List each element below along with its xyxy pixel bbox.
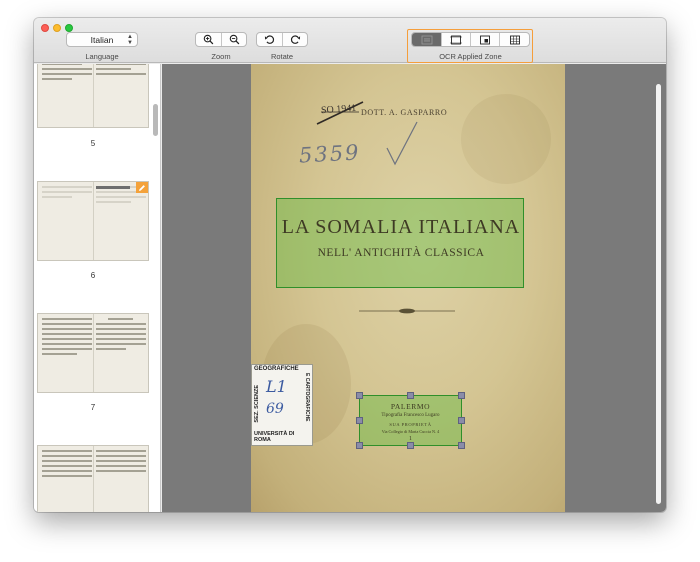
resize-handle[interactable] <box>407 442 414 449</box>
rotate-caption: Rotate <box>270 52 294 61</box>
zoom-segmented-control <box>195 32 247 47</box>
thumbnail-right-page <box>96 64 146 125</box>
thumbnail-page-number: 5 <box>90 139 96 148</box>
select-arrows-icon: ▲ ▼ <box>127 34 133 46</box>
picture-zone-icon <box>480 35 490 44</box>
library-label-handwriting-top: L1 <box>266 377 287 396</box>
library-label-right: E CARTOGRAFICHE <box>304 373 310 422</box>
page-thumbnail[interactable] <box>37 64 149 128</box>
strikethrough-mark <box>316 101 364 125</box>
edited-badge <box>136 182 148 193</box>
thumbnail-page-number: 7 <box>90 403 96 412</box>
language-select[interactable]: Italian ▲ ▼ <box>66 32 138 47</box>
library-label: GEOGRAFICHE SEZ. SCIENZE E CARTOGRAFICHE… <box>251 364 313 446</box>
document-page[interactable]: SO 1941 DOTT. A. GASPARRO 5359 LA SOMALI… <box>251 64 565 512</box>
book-subtitle: NELL' ANTICHITÀ CLASSICA <box>317 247 485 259</box>
library-label-top: GEOGRAFICHE <box>254 366 299 372</box>
app-window: Italian ▲ ▼ Language Zoom Rotate OCR App… <box>34 18 666 512</box>
handwritten-check-mark <box>386 121 418 166</box>
image-zone-icon <box>450 35 462 44</box>
resize-handle[interactable] <box>356 392 363 399</box>
thumbnail-right-page <box>96 186 146 258</box>
zoom-group: Zoom <box>195 32 247 61</box>
rotate-left-button[interactable] <box>257 33 282 46</box>
table-zone-button[interactable] <box>499 33 529 46</box>
library-label-handwriting-bottom: 69 <box>266 401 284 417</box>
resize-handle[interactable] <box>458 392 465 399</box>
rotate-right-button[interactable] <box>282 33 307 46</box>
thumbnail-left-page <box>42 318 92 390</box>
rotate-segmented-control <box>256 32 308 47</box>
book-title: LA SOMALIA ITALIANA <box>281 216 521 238</box>
ocr-zone-caption: OCR Applied Zone <box>439 52 502 61</box>
resize-handle[interactable] <box>356 417 363 424</box>
language-selected-value: Italian <box>90 34 114 45</box>
ocr-text-zone[interactable] <box>276 198 524 288</box>
author-text: DOTT. A. GASPARRO <box>361 108 448 117</box>
text-zone-icon <box>421 35 432 44</box>
zoom-out-icon <box>229 34 239 45</box>
zoom-in-icon <box>203 34 214 45</box>
thumbnail-left-page <box>42 186 92 258</box>
document-viewer[interactable]: SO 1941 DOTT. A. GASPARRO 5359 LA SOMALI… <box>162 64 666 512</box>
page-thumbnail[interactable] <box>37 313 149 393</box>
language-group: Italian ▲ ▼ Language <box>66 32 138 61</box>
ornament-divider <box>359 308 455 314</box>
publisher-city: PALERMO <box>390 402 431 411</box>
thumbnail-left-page <box>42 64 92 125</box>
page-thumbnail[interactable] <box>37 181 149 261</box>
resize-handle[interactable] <box>458 417 465 424</box>
rotate-group: Rotate <box>256 32 308 61</box>
zoom-in-button[interactable] <box>196 33 221 46</box>
image-zone-button[interactable] <box>441 33 470 46</box>
sidebar-scrollbar[interactable] <box>153 104 158 136</box>
thumbnail-right-page <box>96 318 146 390</box>
library-label-side: SEZ. SCIENZE <box>254 385 260 423</box>
publisher-line: Via Collegio di Maria Cuccia N. 4 <box>381 429 440 434</box>
picture-zone-button[interactable] <box>470 33 499 46</box>
ocr-zone-segmented-control <box>411 32 530 47</box>
toolbar: Italian ▲ ▼ Language Zoom Rotate OCR App… <box>34 18 666 63</box>
close-window-button[interactable] <box>41 24 49 32</box>
publisher-line: SUA PROPRIETÀ <box>389 422 432 427</box>
viewer-scrollbar[interactable] <box>656 84 661 504</box>
resize-handle[interactable] <box>458 442 465 449</box>
language-caption: Language <box>85 52 119 61</box>
publisher-line: Tipografia Francesco Lugaro <box>381 413 440 418</box>
thumbnail-right-page <box>96 450 146 512</box>
zoom-out-button[interactable] <box>221 33 246 46</box>
handwritten-number: 5359 <box>298 140 362 168</box>
thumbnail-sidebar[interactable]: 5 6 7 <box>34 64 161 512</box>
pencil-icon <box>139 184 145 191</box>
text-zone-button[interactable] <box>412 33 441 46</box>
rotate-right-icon <box>290 35 300 44</box>
rotate-left-icon <box>264 35 275 44</box>
table-zone-icon <box>509 35 520 44</box>
thumbnail-left-page <box>42 450 92 512</box>
thumbnail-page-number: 6 <box>90 271 96 280</box>
zoom-window-button[interactable] <box>65 24 73 32</box>
library-label-bottom: UNIVERSITÀ DI ROMA <box>254 431 295 443</box>
resize-handle[interactable] <box>356 442 363 449</box>
page-thumbnail[interactable] <box>37 445 149 512</box>
ocr-zone-group: OCR Applied Zone <box>411 32 530 61</box>
resize-handle[interactable] <box>407 392 414 399</box>
minimize-window-button[interactable] <box>53 24 61 32</box>
zoom-caption: Zoom <box>211 52 231 61</box>
